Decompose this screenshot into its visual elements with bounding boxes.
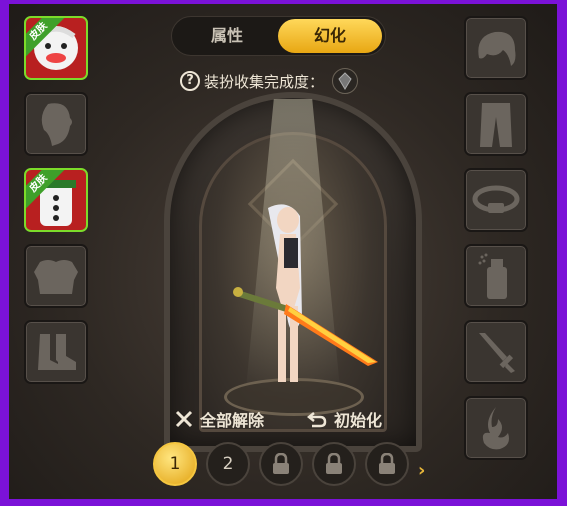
page-1-button[interactable]: 1 [153,442,197,486]
pants-icon [480,103,512,147]
slot-weapon[interactable] [464,320,528,384]
mode-toggle: 属性 幻化 [171,16,386,56]
sword-icon [479,333,515,373]
slot-shoes[interactable] [24,320,88,384]
slot-hair[interactable] [464,16,528,80]
lock-icon [273,453,289,474]
close-icon [175,410,193,428]
character-preview [228,198,388,402]
slot-hair-skin[interactable]: 皮肤 [24,16,88,80]
remove-all-button[interactable]: 全部解除 [174,406,264,432]
collection-label: 装扮收集完成度： [204,72,325,91]
collection-progress: ? 装扮收集完成度： [180,68,359,94]
spray-can-icon [478,253,507,299]
slot-top-skin[interactable]: 皮肤 [24,168,88,232]
collection-gem-icon[interactable] [332,68,359,94]
tab-transform[interactable]: 幻化 [278,19,382,53]
aura-icon [482,407,509,450]
chest-icon [34,260,78,294]
undo-icon [306,412,327,428]
help-icon[interactable]: ? [180,71,200,91]
tab-attributes[interactable]: 属性 [175,19,279,53]
slot-face[interactable] [24,92,88,156]
page-2-button[interactable]: 2 [206,442,250,486]
reset-button[interactable]: 初始化 [306,406,382,432]
reset-label: 初始化 [334,411,383,430]
lock-icon [326,453,342,474]
page-locked-button[interactable] [312,442,356,486]
boots-icon [38,334,76,370]
slot-spray[interactable] [464,244,528,308]
page-locked-button[interactable] [365,442,409,486]
belt-icon [472,185,520,213]
slot-chest[interactable] [24,244,88,308]
lock-icon [379,453,395,474]
slot-belt[interactable] [464,168,528,232]
remove-all-label: 全部解除 [200,411,265,430]
next-page-arrow-icon[interactable]: › [418,460,425,481]
face-icon [41,103,72,146]
hair-icon [478,31,516,66]
slot-pants[interactable] [464,92,528,156]
slot-aura[interactable] [464,396,528,460]
page-locked-button[interactable] [259,442,303,486]
